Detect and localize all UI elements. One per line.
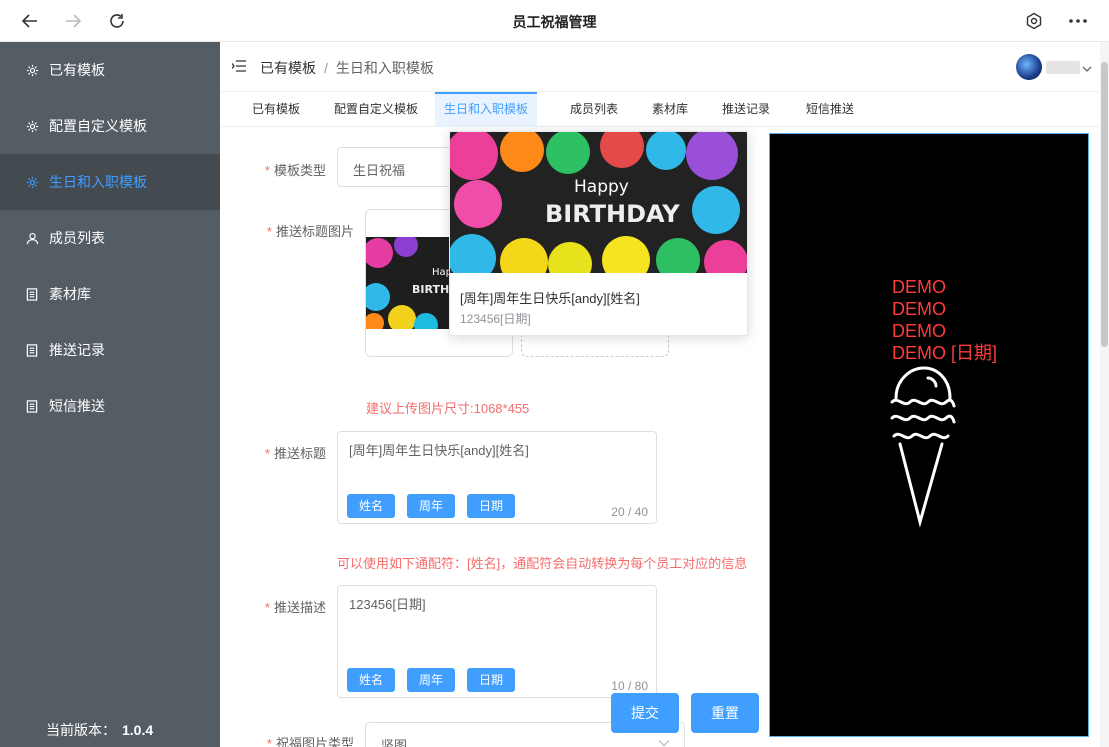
- sidebar-item-label: 生日和入职模板: [49, 174, 147, 190]
- tab-sms-push[interactable]: 短信推送: [792, 92, 868, 127]
- breadcrumb-current: 生日和入职模板: [335, 60, 434, 76]
- tab-materials[interactable]: 素材库: [640, 92, 700, 127]
- sidebar-item-label: 短信推送: [49, 398, 105, 414]
- sidebar-item-label: 素材库: [49, 286, 91, 302]
- insert-date-button[interactable]: 日期: [467, 668, 515, 692]
- tab-custom-templates[interactable]: 配置自定义模板: [326, 92, 426, 127]
- chevron-down-icon: [1082, 66, 1092, 72]
- insert-name-button[interactable]: 姓名: [347, 494, 395, 518]
- document-icon: [25, 287, 39, 301]
- version-label: 当前版本：: [46, 722, 116, 738]
- template-type-value: 生日祝福: [353, 163, 406, 178]
- sidebar-item-label: 推送记录: [49, 342, 105, 358]
- scrollbar-thumb[interactable]: [1101, 62, 1108, 347]
- document-icon: [25, 343, 39, 357]
- chevron-down-icon: [658, 740, 670, 747]
- content-header: 已有模板 / 生日和入职模板: [220, 42, 1109, 92]
- image-preview-popover: Happy BIRTHDAY [周年]周年生日快乐[andy][姓名] 1234…: [449, 131, 748, 336]
- tab-push-records[interactable]: 推送记录: [708, 92, 784, 127]
- sidebar-item-label: 成员列表: [49, 230, 105, 246]
- sidebar-item-members[interactable]: 成员列表: [0, 210, 220, 266]
- gear-icon: [25, 175, 39, 189]
- sidebar-item-custom-templates[interactable]: 配置自定义模板: [0, 98, 220, 154]
- sidebar-item-label: 已有模板: [49, 62, 105, 78]
- bless-image-type-label: * 祝福图片类型: [266, 736, 354, 747]
- more-button[interactable]: [1066, 9, 1090, 33]
- version-value: 1.0.4: [122, 722, 154, 738]
- sidebar: 已有模板 配置自定义模板 生日和入职模板 成员列表 素材库 推送记录 短信推送 …: [0, 42, 220, 747]
- breadcrumb-separator: /: [324, 60, 328, 76]
- popover-image-text-happy: Happy: [574, 177, 629, 197]
- push-desc-count: 10 / 80: [611, 679, 648, 693]
- gear-icon: [25, 63, 39, 77]
- wildcard-tip: 可以使用如下通配符：[姓名]，通配符会自动转换为每个员工对应的信息: [337, 556, 748, 571]
- sidebar-item-push-records[interactable]: 推送记录: [0, 322, 220, 378]
- sidebar-item-label: 配置自定义模板: [49, 118, 147, 134]
- preview-demo-text: DEMO DEMO DEMO DEMO [日期]: [892, 276, 997, 364]
- window-title: 员工祝福管理: [512, 14, 597, 30]
- version-info: 当前版本： 1.0.4: [46, 720, 153, 740]
- push-title-label: * 推送标题: [264, 446, 326, 461]
- preview-line: DEMO: [892, 277, 946, 297]
- insert-anniversary-button[interactable]: 周年: [407, 668, 455, 692]
- tab-members[interactable]: 成员列表: [558, 92, 630, 127]
- phone-preview: DEMO DEMO DEMO DEMO [日期]: [769, 133, 1089, 737]
- template-type-select[interactable]: 生日祝福: [337, 147, 457, 187]
- insert-date-button[interactable]: 日期: [467, 494, 515, 518]
- birthday-cupcakes-image: Happy BIRTHDAY: [450, 132, 747, 273]
- bless-image-type-value: 竖图: [381, 738, 408, 747]
- page-scrollbar[interactable]: [1100, 42, 1109, 747]
- user-icon: [25, 231, 39, 245]
- user-name-redacted[interactable]: [1046, 61, 1080, 74]
- menu-toggle-button[interactable]: [231, 59, 248, 75]
- hamburger-icon: [231, 60, 246, 72]
- settings-button[interactable]: [1022, 9, 1046, 33]
- preview-line: DEMO: [892, 299, 946, 319]
- sidebar-item-existing-templates[interactable]: 已有模板: [0, 42, 220, 98]
- avatar[interactable]: [1016, 54, 1042, 80]
- submit-button[interactable]: 提交: [611, 693, 679, 733]
- tab-existing-templates[interactable]: 已有模板: [238, 92, 314, 127]
- push-title-count: 20 / 40: [611, 505, 648, 519]
- sidebar-item-sms-push[interactable]: 短信推送: [0, 378, 220, 434]
- hexagon-settings-icon: [1026, 12, 1042, 30]
- sidebar-item-birthday-templates[interactable]: 生日和入职模板: [0, 154, 220, 210]
- popover-title: [周年]周年生日快乐[andy][姓名]: [460, 291, 640, 306]
- tab-bar: 已有模板 配置自定义模板 生日和入职模板 成员列表 素材库 推送记录 短信推送: [220, 92, 1109, 127]
- template-type-label: * 模板类型: [264, 163, 326, 178]
- popover-desc: 123456[日期]: [460, 312, 531, 326]
- push-desc-label: * 推送描述: [264, 600, 326, 615]
- breadcrumb: 已有模板 / 生日和入职模板: [260, 58, 434, 78]
- sidebar-item-materials[interactable]: 素材库: [0, 266, 220, 322]
- document-icon: [25, 399, 39, 413]
- insert-name-button[interactable]: 姓名: [347, 668, 395, 692]
- breadcrumb-root[interactable]: 已有模板: [260, 60, 316, 76]
- ice-cream-neon-icon: [890, 366, 956, 528]
- preview-line: DEMO: [892, 321, 946, 341]
- reset-button[interactable]: 重置: [691, 693, 759, 733]
- insert-anniversary-button[interactable]: 周年: [407, 494, 455, 518]
- tab-birthday-templates[interactable]: 生日和入职模板: [435, 92, 537, 127]
- image-size-tip: 建议上传图片尺寸:1068*455: [366, 401, 530, 416]
- window-titlebar: 员工祝福管理: [0, 0, 1109, 42]
- gear-icon: [25, 119, 39, 133]
- popover-image-text-birthday: BIRTHDAY: [545, 200, 680, 228]
- push-title-value: [周年]周年生日快乐[andy][姓名]: [349, 443, 529, 458]
- push-desc-value: 123456[日期]: [349, 597, 426, 612]
- title-image-label: * 推送标题图片: [266, 224, 354, 239]
- user-menu-caret[interactable]: [1082, 60, 1092, 78]
- more-icon: [1069, 19, 1087, 23]
